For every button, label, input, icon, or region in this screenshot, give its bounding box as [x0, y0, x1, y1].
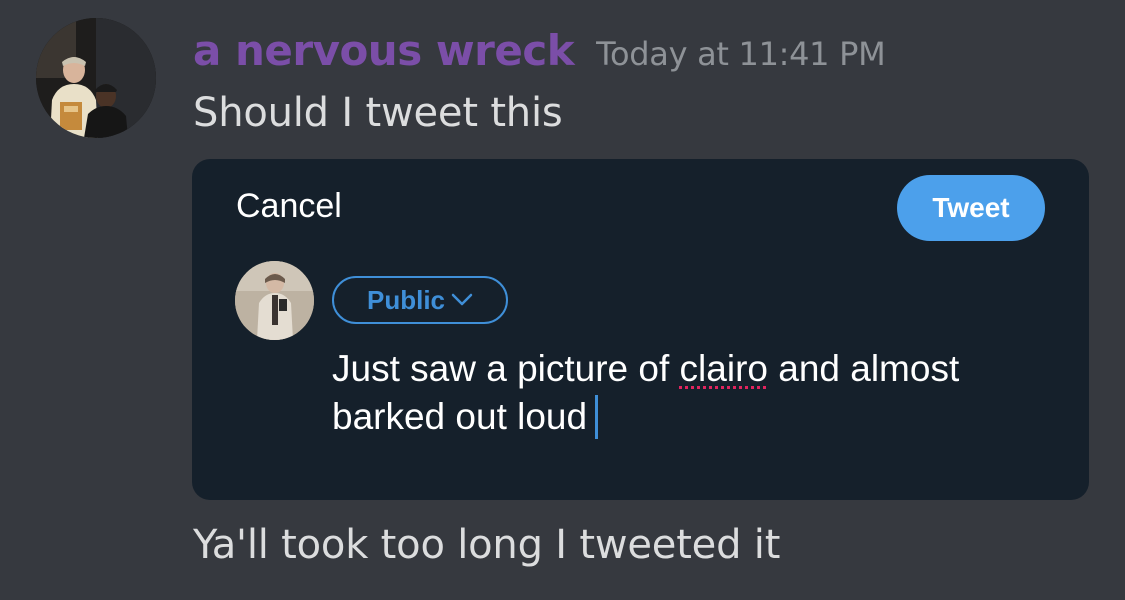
username[interactable]: a nervous wreck: [193, 26, 575, 75]
user-avatar[interactable]: [36, 18, 156, 138]
composer-avatar: [235, 261, 314, 340]
composer-avatar-photo: [235, 261, 314, 340]
avatar-photo: [36, 18, 156, 138]
misspelled-word: clairo: [679, 348, 768, 389]
chevron-down-icon: [451, 293, 473, 307]
tweet-text-input[interactable]: Just saw a picture of clairo and almost …: [332, 345, 1052, 441]
text-cursor: [595, 395, 599, 439]
message-header: a nervous wreck Today at 11:41 PM: [193, 26, 886, 75]
tweet-composer-image[interactable]: Cancel Tweet Public Just saw a picture o…: [192, 159, 1089, 500]
tweet-button[interactable]: Tweet: [897, 175, 1045, 241]
followup-message-text: Ya'll took too long I tweeted it: [193, 522, 781, 568]
audience-label: Public: [366, 284, 445, 315]
cancel-button[interactable]: Cancel: [236, 187, 342, 226]
message-text: Should I tweet this: [193, 90, 563, 136]
tweet-text-part: Just saw a picture of: [332, 348, 680, 389]
audience-selector[interactable]: Public: [332, 276, 508, 324]
message-timestamp: Today at 11:41 PM: [596, 35, 886, 73]
